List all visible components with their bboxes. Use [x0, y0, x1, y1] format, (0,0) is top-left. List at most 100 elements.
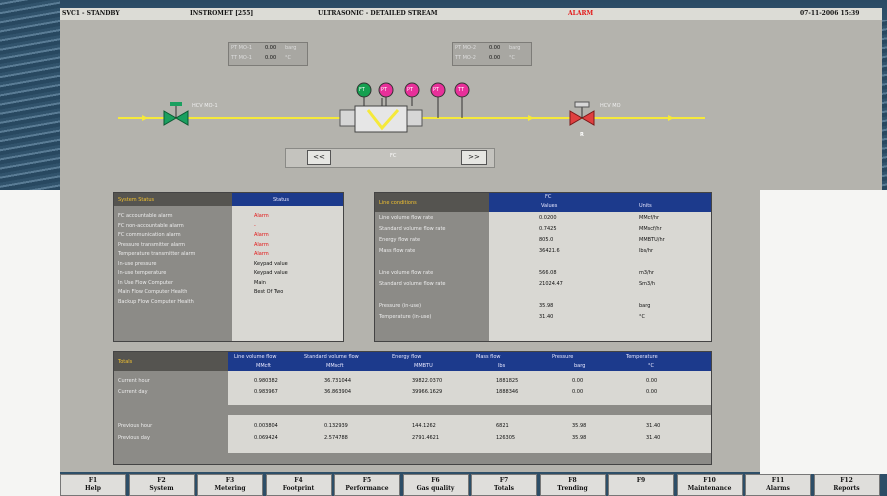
- fkey-number: F4: [294, 477, 303, 484]
- status-row-value: Main: [254, 279, 266, 286]
- fkey-f7-button[interactable]: F7 Totals: [471, 474, 537, 496]
- status-row-label: Main Flow Computer Health: [118, 289, 188, 295]
- flow-arrow-icon-2: [528, 115, 534, 121]
- fkey-f12-button[interactable]: F12 Reports: [813, 474, 880, 496]
- pt-left-val-1: 0.00: [265, 45, 277, 51]
- line-col-group: FC: [545, 194, 552, 200]
- totals-cell: 126305: [496, 435, 516, 441]
- totals-col-unit: lbs: [498, 363, 506, 369]
- totals-cell: 6821: [496, 423, 509, 429]
- ultrasonic-meter-icon[interactable]: [339, 98, 423, 133]
- totals-col-unit: MMcft: [256, 363, 272, 369]
- fkey-label: Reports: [833, 485, 860, 492]
- fkey-f8-button[interactable]: F8 Trending: [539, 474, 606, 496]
- prev-stream-button[interactable]: <<: [307, 150, 331, 165]
- totals-row-label: Previous hour: [118, 423, 153, 429]
- fkey-number: F12: [840, 477, 853, 484]
- status-row-value: Alarm: [254, 213, 269, 219]
- fkey-number: F10: [703, 477, 716, 484]
- pt-left-tag-1: PT MO-1: [231, 45, 253, 51]
- line-row-value: 0.7425: [539, 226, 557, 232]
- totals-col-unit: MMBTU: [414, 363, 433, 369]
- totals-cell: 31.40: [646, 435, 661, 441]
- totals-col-unit: MMscft: [326, 363, 344, 369]
- status-row-value: Alarm: [254, 241, 269, 248]
- next-stream-button[interactable]: >>: [461, 150, 487, 165]
- totals-col-label: Energy flow: [392, 354, 422, 360]
- fkey-f5-button[interactable]: F5 Performance: [334, 474, 400, 496]
- totals-cell: 0.00: [646, 378, 658, 384]
- fkey-f4-button[interactable]: F4 Footprint: [265, 474, 332, 496]
- line-row-label: Standard volume flow rate: [379, 281, 446, 287]
- line-row-value: 0.0200: [539, 215, 557, 221]
- pt-left-unit-2: °C: [285, 55, 291, 61]
- fkey-label: Metering: [214, 485, 246, 492]
- valve-right-sub: R: [580, 132, 584, 138]
- fkey-label: Footprint: [282, 485, 315, 492]
- fkey-f3-button[interactable]: F3 Metering: [197, 474, 263, 496]
- totals-col-unit: °C: [648, 363, 654, 369]
- pt-right-val-1: 0.00: [489, 45, 501, 51]
- status-row-value: -: [254, 222, 256, 229]
- totals-values-area-2: [228, 415, 711, 453]
- lower-backdrop-right: [760, 190, 887, 474]
- line-row-label: Line volume flow rate: [379, 270, 434, 276]
- fkey-number: F5: [362, 477, 372, 484]
- tag-ft-label: FT: [359, 87, 365, 93]
- fkey-f1-button[interactable]: F1 Help: [60, 474, 126, 496]
- totals-cell: 0.003804: [254, 423, 278, 429]
- status-row-value: Keypad value: [254, 270, 288, 276]
- flow-arrow-icon-3: [668, 115, 674, 121]
- totals-cell: 35.98: [572, 423, 587, 429]
- line-col-header: FC Values Units: [489, 193, 711, 212]
- fkey-number: F9: [636, 477, 646, 484]
- fkey-f10-button[interactable]: F10 Maintenance: [676, 474, 743, 496]
- totals-cell: 0.983967: [254, 389, 278, 395]
- line-values-area: [489, 212, 711, 341]
- fkey-number: F8: [568, 477, 577, 484]
- status-col-header: Status: [232, 193, 343, 206]
- fkey-label: System: [149, 485, 174, 492]
- totals-cell: 31.40: [646, 423, 661, 429]
- line-row-unit: Sm3/h: [639, 281, 656, 287]
- fkey-label: Alarms: [766, 485, 790, 492]
- fkey-f2-button[interactable]: F2 System: [128, 474, 195, 496]
- totals-cell: 39822.0370: [412, 378, 443, 384]
- fkey-label: Performance: [345, 485, 389, 492]
- totals-col-unit: barg: [574, 363, 586, 369]
- system-status-panel: System Status Status FC accountable alar…: [113, 192, 344, 342]
- line-row-unit: °C: [639, 314, 645, 320]
- fkey-number: F3: [225, 477, 235, 484]
- line-row-unit: MMscf/hr: [639, 226, 662, 232]
- totals-cell: 0.00: [646, 389, 658, 395]
- fkey-f6-button[interactable]: F6 Gas quality: [402, 474, 469, 496]
- line-row-value: 566.08: [539, 270, 557, 276]
- fkey-label: Totals: [493, 485, 515, 492]
- fkey-f9-button[interactable]: F9: [608, 474, 674, 496]
- pt-left-tag-2: TT MO-1: [231, 55, 252, 61]
- screen-title: ULTRASONIC - DETAILED STREAM: [318, 10, 438, 17]
- line-row-label: Pressure (in-use): [379, 303, 422, 309]
- pt-right-val-2: 0.00: [489, 55, 501, 61]
- line-conditions-panel: Line conditions FC Values Units Line vol…: [374, 192, 712, 342]
- totals-row-label: Current day: [118, 389, 148, 395]
- totals-col-label: Pressure: [552, 354, 574, 360]
- valve-left-icon[interactable]: [163, 102, 189, 126]
- valve-right-icon[interactable]: [569, 101, 595, 126]
- status-row-label: FC accountable alarm: [118, 213, 173, 219]
- tag-pt-label-2: PT: [407, 87, 414, 93]
- line-conditions-header: Line conditions: [375, 193, 489, 212]
- alarm-indicator[interactable]: ALARM: [568, 8, 593, 20]
- tag-pt-label-1: PT: [381, 87, 388, 93]
- totals-header: Totals: [114, 352, 228, 371]
- line-row-label: Mass flow rate: [379, 248, 416, 254]
- status-row-value: Alarm: [254, 251, 269, 257]
- line-row-value: 21024.47: [539, 281, 563, 287]
- line-row-unit: lbs/hr: [639, 248, 654, 254]
- fkey-f11-button[interactable]: F11 Alarms: [745, 474, 811, 496]
- line-col-values: Values: [541, 203, 558, 209]
- tag-pt-label-3: PT: [433, 87, 440, 93]
- fkey-label: Trending: [557, 485, 588, 492]
- tag-tt-label: TT: [458, 87, 465, 93]
- line-row-value: 36421.6: [539, 248, 560, 254]
